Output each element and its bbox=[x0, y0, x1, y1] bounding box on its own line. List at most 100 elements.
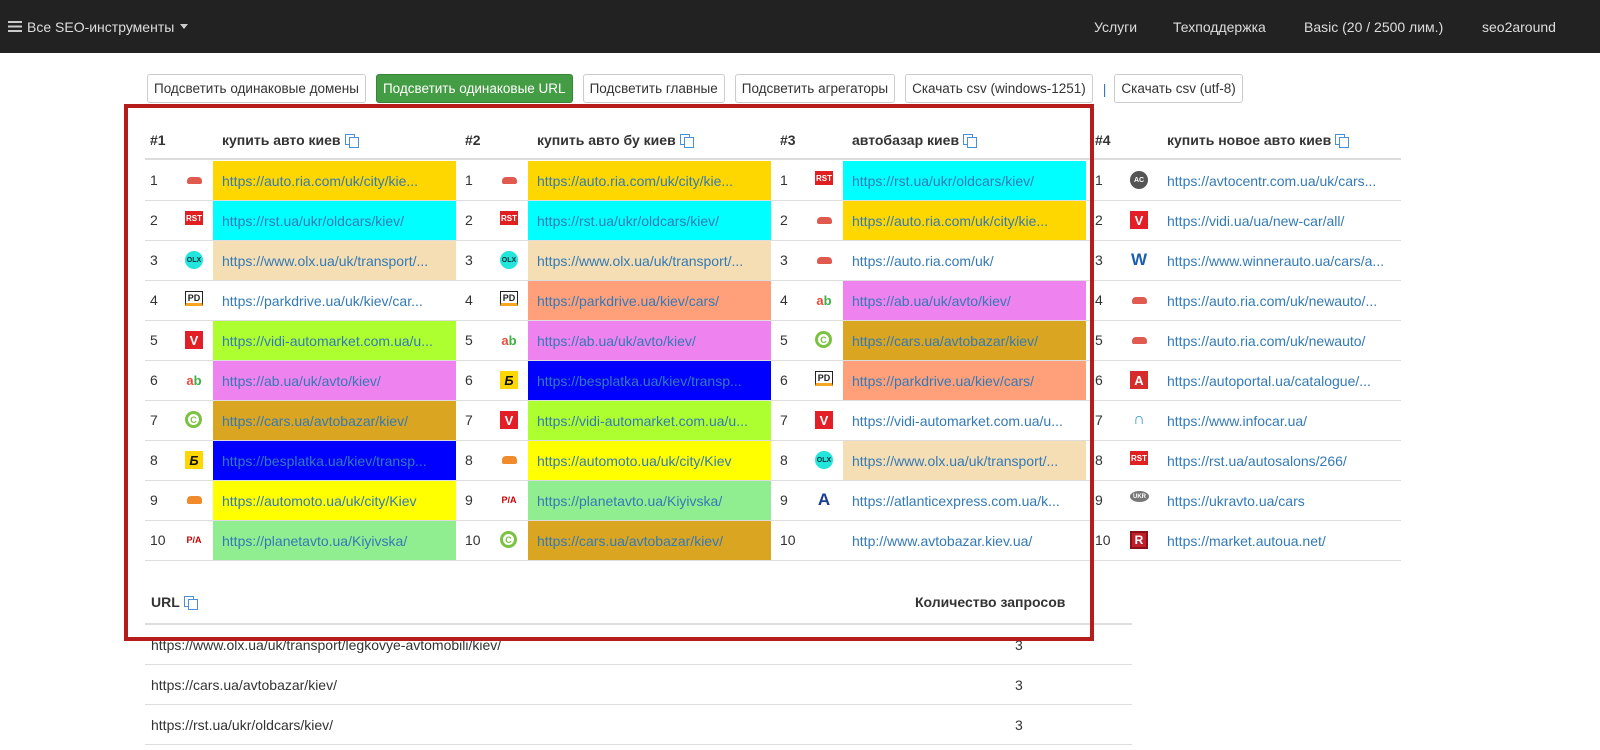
position-number: 5 bbox=[780, 332, 788, 348]
vidi-logo-icon: V bbox=[185, 331, 203, 349]
result-url-link[interactable]: https://market.autoua.net/ bbox=[1158, 521, 1403, 560]
result-url-link[interactable]: https://ab.ua/uk/avto/kiev/ bbox=[213, 361, 456, 400]
result-url-link[interactable]: https://ab.ua/uk/avto/kiev/ bbox=[528, 321, 771, 360]
position-number: 6 bbox=[780, 372, 788, 388]
result-url-link[interactable]: https://parkdrive.ua/uk/kiev/car... bbox=[213, 281, 456, 320]
result-url-link[interactable]: https://www.winnerauto.ua/cars/a... bbox=[1158, 241, 1403, 280]
copy-icon[interactable] bbox=[679, 133, 694, 148]
result-url-link[interactable]: https://auto.ria.com/uk/city/kie... bbox=[843, 201, 1086, 240]
result-url-link[interactable]: https://ab.ua/uk/avto/kiev/ bbox=[843, 281, 1086, 320]
result-url-link[interactable]: https://parkdrive.ua/kiev/cars/ bbox=[843, 361, 1086, 400]
result-url-link[interactable]: https://besplatka.ua/kiev/transp... bbox=[213, 441, 456, 480]
menu-icon bbox=[8, 21, 22, 32]
result-url-link[interactable]: https://auto.ria.com/uk/newauto/... bbox=[1158, 281, 1403, 320]
result-url-link[interactable]: https://cars.ua/avtobazar/kiev/ bbox=[843, 321, 1086, 360]
result-url-link[interactable]: https://rst.ua/ukr/oldcars/kiev/ bbox=[213, 201, 456, 240]
result-url-link[interactable]: https://vidi-automarket.com.ua/u... bbox=[528, 401, 771, 440]
result-url-link[interactable]: https://www.olx.ua/uk/transport/... bbox=[213, 241, 456, 280]
result-url-link[interactable]: https://www.infocar.ua/ bbox=[1158, 401, 1403, 440]
cars-logo-icon: C bbox=[185, 411, 202, 428]
result-url-link[interactable]: https://auto.ria.com/uk/city/kie... bbox=[213, 161, 456, 200]
result-url-link[interactable]: https://cars.ua/avtobazar/kiev/ bbox=[213, 401, 456, 440]
ab-logo-icon: ab bbox=[186, 372, 202, 388]
top-navbar: Все SEO-инструменты Услуги Техподдержка … bbox=[0, 0, 1600, 53]
all-tools-dropdown[interactable]: Все SEO-инструменты bbox=[8, 0, 189, 53]
winnerauto-logo-icon: W bbox=[1130, 250, 1148, 269]
position-number: 4 bbox=[1095, 292, 1103, 308]
result-url-link[interactable]: https://auto.ria.com/uk/city/kie... bbox=[528, 161, 771, 200]
highlight-same-urls-button[interactable]: Подсветить одинаковые URL bbox=[375, 74, 573, 103]
column-query-header: автобазар киев bbox=[852, 120, 978, 160]
result-url-link[interactable]: https://auto.ria.com/uk/ bbox=[843, 241, 1086, 280]
position-number: 7 bbox=[465, 412, 473, 428]
column-number-label: #4 bbox=[1095, 132, 1111, 148]
position-number: 3 bbox=[1095, 252, 1103, 268]
result-url-link[interactable]: https://avtocentr.com.ua/uk/cars... bbox=[1158, 161, 1403, 200]
copy-icon[interactable] bbox=[963, 133, 978, 148]
position-number: 3 bbox=[780, 252, 788, 268]
table-row: https://rst.ua/ukr/oldcars/kiev/ 3 bbox=[145, 705, 1132, 745]
result-url-link[interactable]: https://www.olx.ua/uk/transport/... bbox=[843, 441, 1086, 480]
query-text: купить новое авто киев bbox=[1167, 132, 1332, 148]
query-text: купить авто бу киев bbox=[537, 132, 676, 148]
result-url-link[interactable]: https://vidi.ua/ua/new-car/all/ bbox=[1158, 201, 1403, 240]
result-url-link[interactable]: https://auto.ria.com/uk/newauto/ bbox=[1158, 321, 1403, 360]
url-column-header: URL bbox=[151, 580, 198, 624]
brand-label: Все SEO-инструменты bbox=[27, 18, 175, 35]
row-divider bbox=[145, 560, 1401, 561]
car-icon bbox=[815, 211, 833, 229]
download-csv-utf8-button[interactable]: Скачать csv (utf-8) bbox=[1114, 74, 1243, 103]
nav-services[interactable]: Услуги bbox=[1094, 0, 1137, 53]
position-number: 1 bbox=[1095, 172, 1103, 188]
result-url-link[interactable]: https://besplatka.ua/kiev/transp... bbox=[528, 361, 771, 400]
highlight-main-button[interactable]: Подсветить главные bbox=[582, 74, 725, 103]
parkdrive-logo-icon: PD bbox=[815, 371, 833, 386]
car-icon bbox=[500, 171, 518, 189]
result-url-link[interactable]: https://atlanticexpress.com.ua/k... bbox=[843, 481, 1086, 520]
result-url-link[interactable]: https://vidi-automarket.com.ua/u... bbox=[843, 401, 1086, 440]
nav-plan-limits[interactable]: Basic (20 / 2500 лим.) bbox=[1304, 0, 1443, 53]
position-number: 2 bbox=[780, 212, 788, 228]
result-url-link[interactable]: http://www.avtobazar.kiev.ua/ bbox=[843, 521, 1086, 560]
position-number: 7 bbox=[1095, 412, 1103, 428]
result-url-link[interactable]: https://cars.ua/avtobazar/kiev/ bbox=[528, 521, 771, 560]
result-url-link[interactable]: https://planetavto.ua/Kiyivska/ bbox=[528, 481, 771, 520]
download-csv-windows-1251-button[interactable]: Скачать csv (windows-1251) bbox=[905, 74, 1093, 103]
result-url-link[interactable]: https://autoportal.ua/catalogue/... bbox=[1158, 361, 1403, 400]
vidi-logo-icon: V bbox=[815, 411, 833, 429]
toolbar: Подсветить одинаковые домены Подсветить … bbox=[147, 74, 1253, 103]
count-column-header: Количество запросов bbox=[915, 594, 1066, 610]
rst-logo-icon: RST bbox=[815, 171, 833, 185]
position-number: 2 bbox=[465, 212, 473, 228]
position-number: 4 bbox=[780, 292, 788, 308]
result-url-link[interactable]: https://ukravto.ua/cars bbox=[1158, 481, 1403, 520]
position-number: 8 bbox=[150, 452, 158, 468]
result-url-link[interactable]: https://rst.ua/ukr/oldcars/kiev/ bbox=[843, 161, 1086, 200]
toolbar-separator: | bbox=[1102, 80, 1107, 97]
result-url-link[interactable]: https://vidi-automarket.com.ua/u... bbox=[213, 321, 456, 360]
rst-logo-icon: RST bbox=[185, 211, 203, 225]
nav-user-account[interactable]: seo2around bbox=[1482, 0, 1556, 53]
result-url-link[interactable]: https://parkdrive.ua/kiev/cars/ bbox=[528, 281, 771, 320]
highlight-same-domains-button[interactable]: Подсветить одинаковые домены bbox=[147, 74, 366, 103]
position-number: 9 bbox=[1095, 492, 1103, 508]
column-number-label: #2 bbox=[465, 132, 481, 148]
parkdrive-logo-icon: PD bbox=[185, 291, 203, 306]
position-number: 5 bbox=[150, 332, 158, 348]
copy-icon[interactable] bbox=[183, 595, 198, 610]
query-count: 3 bbox=[1015, 676, 1023, 693]
nav-support[interactable]: Техподдержка bbox=[1173, 0, 1266, 53]
result-url-link[interactable]: https://automoto.ua/uk/city/Kiev bbox=[213, 481, 456, 520]
result-url-link[interactable]: https://rst.ua/ukr/oldcars/kiev/ bbox=[528, 201, 771, 240]
highlight-aggregators-button[interactable]: Подсветить агрегаторы bbox=[734, 74, 896, 103]
position-number: 2 bbox=[150, 212, 158, 228]
result-url-link[interactable]: https://automoto.ua/uk/city/Kiev bbox=[528, 441, 771, 480]
result-url-link[interactable]: https://www.olx.ua/uk/transport/... bbox=[528, 241, 771, 280]
copy-icon[interactable] bbox=[344, 133, 359, 148]
position-number: 7 bbox=[780, 412, 788, 428]
copy-icon[interactable] bbox=[1335, 133, 1350, 148]
position-number: 1 bbox=[465, 172, 473, 188]
result-url-link[interactable]: https://planetavto.ua/Kiyivska/ bbox=[213, 521, 456, 560]
result-url-link[interactable]: https://rst.ua/autosalons/266/ bbox=[1158, 441, 1403, 480]
cars-logo-icon: C bbox=[500, 531, 517, 548]
